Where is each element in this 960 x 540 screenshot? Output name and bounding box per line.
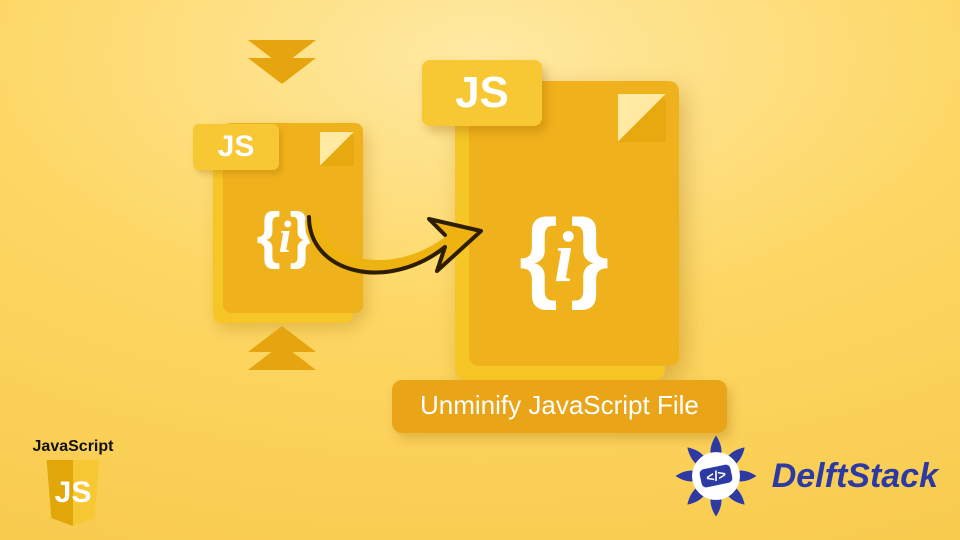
file-dog-ear-icon: [618, 94, 666, 142]
js-shield-text: JS: [55, 476, 92, 510]
js-badge-large: JS: [422, 60, 542, 126]
compress-chevrons-bottom: [247, 334, 317, 362]
unminified-file-icon: {i}: [455, 95, 665, 380]
caption-text: Unminify JavaScript File: [420, 390, 699, 420]
semicolon-glyph: i: [554, 221, 566, 293]
brace-close: }: [570, 199, 601, 311]
transform-arrow-icon: [295, 195, 485, 305]
javascript-logo-text: JavaScript: [18, 438, 128, 456]
file-dog-ear-icon: [320, 132, 354, 166]
chevron-down-icon: [248, 58, 316, 84]
semicolon-glyph: i: [279, 214, 288, 260]
chevron-up-icon: [248, 344, 316, 370]
delftstack-brand-text: DelftStack: [772, 457, 938, 496]
caption-pill: Unminify JavaScript File: [392, 380, 727, 433]
delftstack-mandala-icon: </>: [670, 430, 762, 522]
illustration-stage: {i} JS {i} JS Unminify JavaScript File J…: [0, 0, 960, 540]
javascript-logo: JavaScript JS: [18, 438, 128, 526]
js-badge-small: JS: [193, 124, 279, 170]
js-badge-text: JS: [218, 130, 255, 164]
delftstack-logo: </> DelftStack: [670, 430, 938, 522]
brace-open: {: [256, 201, 276, 270]
js-shield-icon: JS: [43, 460, 103, 526]
js-badge-text: JS: [455, 68, 509, 118]
compress-chevrons-top: [247, 48, 317, 76]
code-braces-icon: {i}: [455, 205, 665, 305]
brace-open: {: [519, 199, 550, 311]
